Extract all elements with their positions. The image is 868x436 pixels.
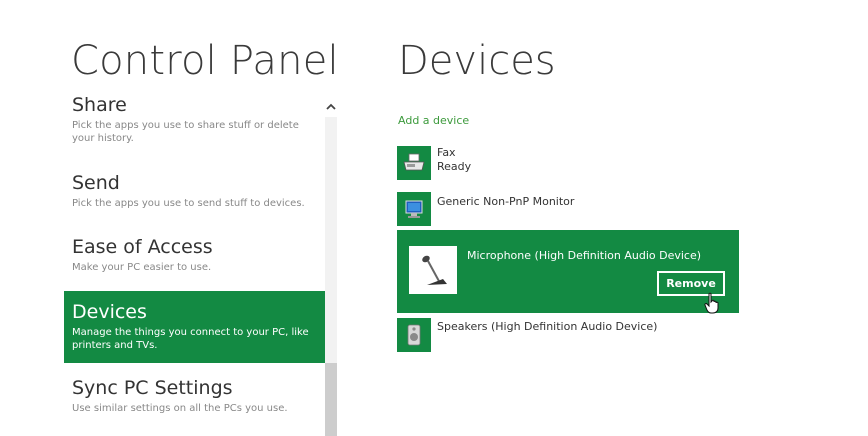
- chevron-up-icon: [326, 103, 336, 110]
- device-name: Microphone (High Definition Audio Device…: [467, 249, 702, 262]
- device-item-fax[interactable]: Fax Ready: [397, 146, 471, 180]
- device-status: Ready: [437, 160, 472, 173]
- fax-icon: [397, 146, 431, 180]
- microphone-icon: [409, 246, 457, 294]
- device-name: Fax: [437, 146, 456, 159]
- nav-item-description: Pick the apps you use to send stuff to d…: [72, 198, 305, 209]
- scroll-track[interactable]: [325, 117, 337, 363]
- hand-cursor-icon: [704, 292, 719, 314]
- device-name: Speakers (High Definition Audio Device): [437, 320, 658, 333]
- scroll-up-button[interactable]: [323, 99, 339, 113]
- nav-item-description: Manage the things you connect to your PC…: [72, 327, 309, 351]
- add-device-link[interactable]: Add a device: [398, 114, 469, 127]
- device-name: Generic Non-PnP Monitor: [437, 195, 575, 208]
- nav-item-label: Devices: [72, 301, 147, 323]
- device-item-monitor[interactable]: Generic Non-PnP Monitor: [397, 192, 574, 226]
- device-item-microphone[interactable]: Microphone (High Definition Audio Device…: [397, 230, 739, 313]
- nav-item-label: Share: [72, 94, 127, 116]
- nav-item-description: Make your PC easier to use.: [72, 262, 212, 273]
- nav-item-send[interactable]: Send Pick the apps you use to send stuff…: [64, 150, 325, 210]
- nav-item-sync-pc-settings[interactable]: Sync PC Settings Use similar settings on…: [64, 363, 325, 423]
- device-item-speakers[interactable]: Speakers (High Definition Audio Device): [397, 318, 657, 352]
- monitor-icon: [397, 192, 431, 226]
- scroll-thumb[interactable]: [325, 363, 337, 436]
- control-panel-title: Control Panel: [71, 38, 339, 84]
- settings-nav-list: Share Pick the apps you use to share stu…: [64, 90, 325, 423]
- nav-item-label: Send: [72, 172, 120, 194]
- nav-item-description: Pick the apps you use to share stuff or …: [72, 120, 299, 144]
- nav-item-share[interactable]: Share Pick the apps you use to share stu…: [64, 90, 325, 150]
- nav-item-ease-of-access[interactable]: Ease of Access Make your PC easier to us…: [64, 210, 325, 273]
- nav-scrollbar[interactable]: [323, 95, 339, 436]
- devices-title: Devices: [398, 38, 556, 84]
- nav-item-devices[interactable]: Devices Manage the things you connect to…: [64, 291, 325, 363]
- nav-item-label: Ease of Access: [72, 236, 213, 258]
- nav-item-label: Sync PC Settings: [72, 377, 233, 399]
- speaker-icon: [397, 318, 431, 352]
- nav-item-description: Use similar settings on all the PCs you …: [72, 403, 288, 414]
